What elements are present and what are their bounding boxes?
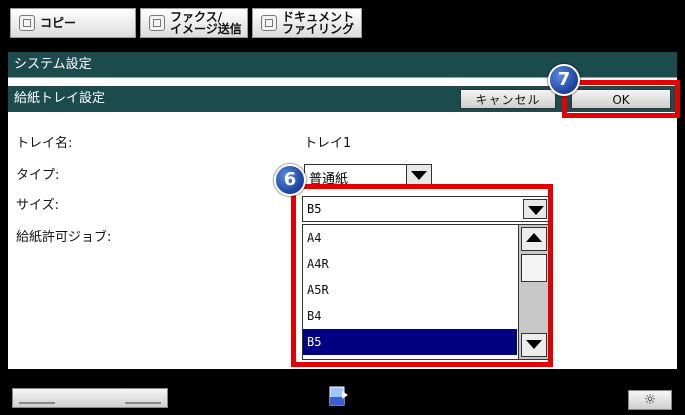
tab-doc-label: ドキュメント ファイリング [282, 10, 355, 36]
type-select[interactable]: 普通紙 [304, 164, 432, 187]
type-label: タイプ: [16, 168, 60, 183]
cancel-button[interactable]: キャンセル [460, 89, 556, 109]
step-6-badge: 6 [274, 164, 306, 196]
fax-icon [149, 15, 165, 31]
tray-name-label: トレイ名: [16, 136, 73, 151]
tab-document-filing[interactable]: ドキュメント ファイリング [252, 8, 362, 38]
tray-name-value: トレイ1 [304, 136, 352, 151]
step-7-badge: 7 [548, 64, 580, 96]
status-bar-slot [12, 388, 168, 408]
screen: コピー ファクス/ イメージ送信 ドキュメント ファイリング システム設定 給紙… [0, 0, 685, 415]
tab-copy-label: コピー [40, 16, 77, 30]
chevron-down-icon[interactable] [406, 165, 431, 185]
brightness-icon: ☼ [643, 392, 657, 408]
size-highlight-box [291, 184, 553, 367]
job-status-icon[interactable] [327, 385, 349, 409]
tab-fax-label: ファクス/ イメージ送信 [170, 10, 242, 36]
allowed-jobs-label: 給紙許可ジョブ: [16, 230, 112, 245]
copy-icon [19, 15, 35, 31]
tab-copy[interactable]: コピー [10, 8, 136, 38]
document-icon [261, 15, 277, 31]
ok-highlight-box [562, 80, 680, 118]
brightness-button[interactable]: ☼ [628, 390, 672, 410]
tab-fax-image-send[interactable]: ファクス/ イメージ送信 [140, 8, 248, 38]
size-label: サイズ: [16, 198, 59, 213]
